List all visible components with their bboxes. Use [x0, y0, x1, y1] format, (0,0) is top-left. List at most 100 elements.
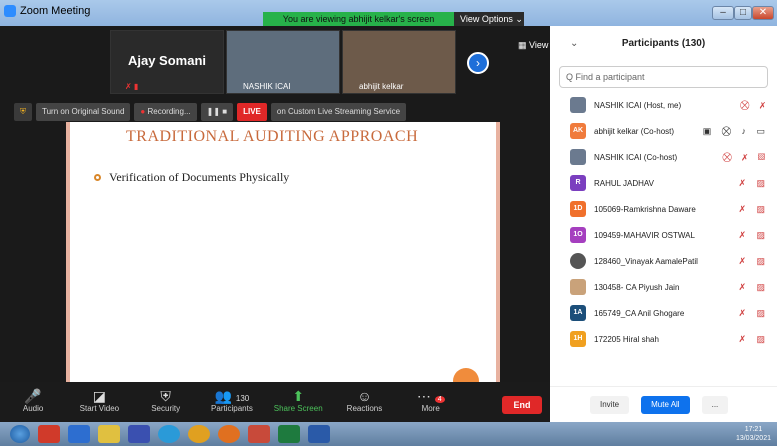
participants-label: Participants — [211, 404, 253, 413]
meeting-toolbar: 🎤 Audio ◪ Start Video ⛨ Security 👥 130 Parti… — [0, 382, 550, 422]
thumbnail-name: abhijit kelkar — [359, 82, 404, 91]
view-button[interactable]: ▦ View — [518, 40, 548, 51]
thumbnail-name: Ajay Somani — [127, 53, 207, 68]
participants-button[interactable]: 👥 130 Participants — [199, 382, 265, 422]
slide-title: TRADITIONAL AUDITING APPROACH — [126, 128, 419, 145]
participant-name: NASHIK ICAI (Host, me) — [594, 100, 682, 110]
participant-name: 128460_Vinayak AamalePatil — [594, 256, 698, 266]
share-screen-label: Share Screen — [273, 404, 323, 413]
audio-label: Audio — [22, 404, 44, 413]
participant-search-input[interactable]: Q Find a participant — [559, 66, 768, 88]
zoom-icon — [4, 5, 16, 17]
shared-screen-area: Ajay Somani ✗ ▮ NASHIK ICAI abhijit kelk… — [0, 26, 550, 394]
participant-row[interactable]: 130458- CA Piyush Jain ✗ ▨ — [550, 274, 777, 300]
original-sound-button[interactable]: Turn on Original Sound — [36, 103, 131, 121]
slide-bullet: Verification of Documents Physically — [94, 170, 289, 185]
reactions-button[interactable]: ☺ Reactions — [331, 382, 397, 422]
recording-indicator[interactable]: ● Recording... — [134, 103, 197, 121]
avatar: 1A — [570, 305, 586, 321]
excel-icon[interactable] — [278, 425, 300, 443]
clock-date: 13/03/2021 — [735, 435, 771, 442]
thumbnail-abhijit-kelkar[interactable]: abhijit kelkar — [342, 30, 456, 94]
next-page-button[interactable]: › — [467, 52, 489, 74]
zoom-app-icon[interactable] — [68, 425, 90, 443]
window-titlebar: Zoom Meeting You are viewing abhijit kel… — [0, 0, 777, 26]
share-screen-button[interactable]: ⬆ Share Screen — [265, 382, 331, 422]
security-button[interactable]: ⛨ Security — [133, 382, 199, 422]
avatar — [570, 97, 586, 113]
folder-icon[interactable] — [98, 425, 120, 443]
mic-muted-icon: ✗ ▮ — [125, 82, 139, 91]
app-title: Zoom Meeting — [4, 5, 90, 17]
live-streaming-dropdown[interactable]: on Custom Live Streaming Service — [270, 103, 407, 121]
avatar: R — [570, 175, 586, 191]
video-off-icon: ◪ — [92, 388, 107, 404]
reactions-label: Reactions — [346, 404, 383, 413]
avatar — [570, 253, 586, 269]
avatar: 1D — [570, 201, 586, 217]
participant-name: 130458- CA Piyush Jain — [594, 282, 680, 292]
thumbnail-name: NASHIK ICAI — [243, 82, 291, 91]
share-toolbar: ⛨ Turn on Original Sound ● Recording... … — [14, 103, 407, 121]
participant-name: abhijit kelkar (Co-host) — [594, 126, 675, 136]
participant-row[interactable]: NASHIK ICAI (Host, me) ⛒ ✗ — [550, 92, 777, 118]
powerpoint-icon[interactable] — [248, 425, 270, 443]
minimize-button[interactable]: – — [712, 6, 734, 20]
mic-muted-icon: ✗ ▨ — [738, 203, 769, 214]
chevron-down-icon[interactable]: ⌄ — [570, 26, 578, 62]
participants-panel: ⌄ Participants (130) Q Find a participan… — [550, 26, 777, 422]
pause-recording-button[interactable]: ❚❚ ■ — [200, 103, 234, 121]
thumbnail-ajay-somani[interactable]: Ajay Somani ✗ ▮ — [110, 30, 224, 94]
mic-muted-icon: ✗ ▨ — [738, 333, 769, 344]
mic-muted-icon: ✗ ▨ — [738, 229, 769, 240]
start-icon[interactable] — [10, 425, 30, 443]
panel-more-button[interactable]: ... — [701, 395, 729, 414]
participant-row[interactable]: 1O 109459-MAHAVIR OSTWAL ✗ ▨ — [550, 222, 777, 248]
view-label: View — [529, 40, 549, 50]
start-video-label: Start Video — [79, 404, 120, 413]
browser-icon[interactable] — [218, 425, 240, 443]
app-icon[interactable] — [128, 425, 150, 443]
word-icon[interactable] — [308, 425, 330, 443]
shield-icon: ⛨ — [160, 388, 171, 404]
pdf-app-icon[interactable] — [38, 425, 60, 443]
participant-row[interactable]: 128460_Vinayak AamalePatil ✗ ▨ — [550, 248, 777, 274]
participants-count: 130 — [235, 394, 250, 403]
mic-muted-icon: ✗ ▨ — [738, 307, 769, 318]
mic-muted-icon: ⛒ ✗ — [740, 99, 769, 110]
mic-on-icon: ▣ ⛒ ♪ ▭ — [702, 125, 769, 136]
recording-label: Recording... — [147, 107, 191, 116]
telegram-icon[interactable] — [158, 425, 180, 443]
participant-row[interactable]: NASHIK ICAI (Co-host) ⛒ ✗ ▨ — [550, 144, 777, 170]
smiley-icon: ☺ — [357, 388, 372, 404]
participant-name: 165749_CA Anil Ghogare — [594, 308, 685, 318]
participants-icon: 👥 130 — [214, 388, 250, 404]
mic-muted-icon: ⛒ ✗ ▨ — [722, 151, 769, 162]
participant-row[interactable]: R RAHUL JADHAV ✗ ▨ — [550, 170, 777, 196]
presentation-slide: TRADITIONAL AUDITING APPROACH Verificati… — [66, 122, 500, 382]
avatar: AK — [570, 123, 586, 139]
more-button[interactable]: ⋯ 4 More — [398, 382, 464, 422]
end-slot: End — [464, 382, 550, 422]
view-options-button[interactable]: View Options ⌄ — [454, 12, 524, 26]
panel-title: Participants (130) — [621, 38, 706, 49]
close-button[interactable]: ✕ — [752, 6, 774, 20]
participant-row[interactable]: AK abhijit kelkar (Co-host) ▣ ⛒ ♪ ▭ — [550, 118, 777, 144]
windows-taskbar: 17:21 13/03/2021 — [0, 422, 777, 446]
system-clock[interactable]: 17:21 13/03/2021 — [736, 425, 771, 443]
end-button[interactable]: End — [502, 396, 542, 414]
invite-button[interactable]: Invite — [590, 395, 630, 414]
start-video-button[interactable]: ◪ Start Video — [66, 382, 132, 422]
participant-name: 172205 Hiral shah — [594, 334, 659, 344]
participant-row[interactable]: 1H 172205 Hiral shah ✗ ▨ — [550, 326, 777, 352]
maximize-button[interactable]: □ — [734, 6, 752, 20]
participant-row[interactable]: 1D 105069-Ramkrishna Daware ✗ ▨ — [550, 196, 777, 222]
chrome-icon[interactable] — [188, 425, 210, 443]
audio-button[interactable]: 🎤 Audio — [0, 382, 66, 422]
live-badge: LIVE — [237, 103, 267, 121]
mute-all-button[interactable]: Mute All — [641, 395, 690, 414]
mic-muted-icon: ✗ ▨ — [738, 281, 769, 292]
thumbnail-nashik-icai[interactable]: NASHIK ICAI — [226, 30, 340, 94]
participant-row[interactable]: 1A 165749_CA Anil Ghogare ✗ ▨ — [550, 300, 777, 326]
viewing-banner: You are viewing abhijit kelkar's screen — [263, 12, 454, 26]
